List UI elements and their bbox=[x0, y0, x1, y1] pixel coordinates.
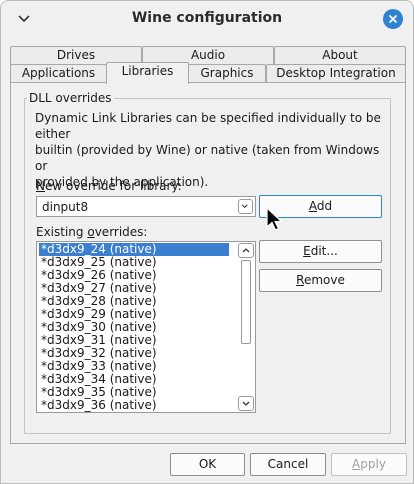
tab-label: Desktop Integration bbox=[276, 66, 396, 80]
button-label: dit... bbox=[310, 244, 338, 258]
libraries-tab-pane: DLL overrides Dynamic Link Libraries can… bbox=[10, 82, 406, 444]
combobox-dropdown-button[interactable] bbox=[238, 199, 253, 214]
new-override-label: New override for library: bbox=[36, 179, 182, 193]
scroll-thumb[interactable] bbox=[241, 260, 251, 344]
mnemonic: A bbox=[308, 199, 317, 213]
existing-overrides-label: Existing overrides: bbox=[36, 225, 147, 239]
ok-button[interactable]: OK bbox=[170, 453, 245, 476]
button-label: emove bbox=[303, 273, 345, 287]
tab-label: Graphics bbox=[200, 66, 254, 80]
library-combobox[interactable]: dinput8 bbox=[36, 196, 256, 217]
tab-desktop-integration[interactable]: Desktop Integration bbox=[266, 64, 406, 83]
tab-about[interactable]: About bbox=[274, 46, 406, 65]
scroll-down-button[interactable] bbox=[238, 396, 254, 411]
tab-graphics[interactable]: Graphics bbox=[188, 64, 266, 83]
description-line: builtin (provided by Wine) or native (ta… bbox=[35, 143, 380, 173]
scroll-track[interactable] bbox=[241, 260, 251, 394]
close-icon bbox=[388, 14, 398, 24]
description-line: Dynamic Link Libraries can be specified … bbox=[35, 111, 381, 141]
label-text: verrides: bbox=[94, 225, 148, 239]
mnemonic: R bbox=[296, 273, 304, 287]
cancel-button[interactable]: Cancel bbox=[250, 453, 326, 476]
group-title: DLL overrides bbox=[27, 91, 114, 105]
library-combobox-value[interactable]: dinput8 bbox=[42, 200, 88, 214]
tab-libraries[interactable]: Libraries bbox=[106, 62, 189, 84]
chevron-down-icon bbox=[241, 204, 248, 209]
button-label: dd bbox=[316, 199, 333, 213]
tab-label: About bbox=[322, 48, 358, 62]
mouse-pointer-icon bbox=[266, 207, 284, 231]
list-scrollbar[interactable] bbox=[238, 243, 254, 411]
existing-overrides-list[interactable]: *d3dx9_24 (native) *d3dx9_25 (native) *d… bbox=[36, 241, 256, 413]
button-label: OK bbox=[198, 457, 217, 471]
label-text: Existing bbox=[36, 225, 88, 239]
description: Dynamic Link Libraries can be specified … bbox=[35, 110, 385, 190]
tab-label: Libraries bbox=[121, 64, 174, 78]
edit-button[interactable]: Edit... bbox=[259, 240, 382, 263]
close-button[interactable] bbox=[383, 9, 403, 29]
mnemonic: o bbox=[87, 225, 95, 239]
chevron-down-icon bbox=[242, 401, 250, 406]
tab-applications[interactable]: Applications bbox=[10, 64, 107, 83]
button-label: pply bbox=[360, 457, 386, 471]
mnemonic: N bbox=[36, 179, 45, 193]
chevron-up-icon bbox=[242, 248, 250, 253]
window-title: Wine configuration bbox=[131, 10, 283, 26]
tab-label: Audio bbox=[190, 48, 226, 62]
tab-label: Applications bbox=[21, 66, 96, 80]
label-text: ew override for library: bbox=[44, 179, 182, 193]
apply-button[interactable]: Apply bbox=[331, 453, 407, 476]
scroll-up-button[interactable] bbox=[238, 243, 254, 258]
remove-button[interactable]: Remove bbox=[259, 269, 382, 292]
tab-label: Drives bbox=[56, 48, 96, 62]
button-label: Cancel bbox=[267, 457, 309, 471]
title-bar: Wine configuration bbox=[1, 1, 413, 37]
wine-config-window: Wine configuration Drives Audio About Ap… bbox=[0, 0, 414, 484]
mnemonic: E bbox=[303, 244, 311, 258]
list-item[interactable]: *d3dx9_36 (native) bbox=[39, 399, 229, 412]
